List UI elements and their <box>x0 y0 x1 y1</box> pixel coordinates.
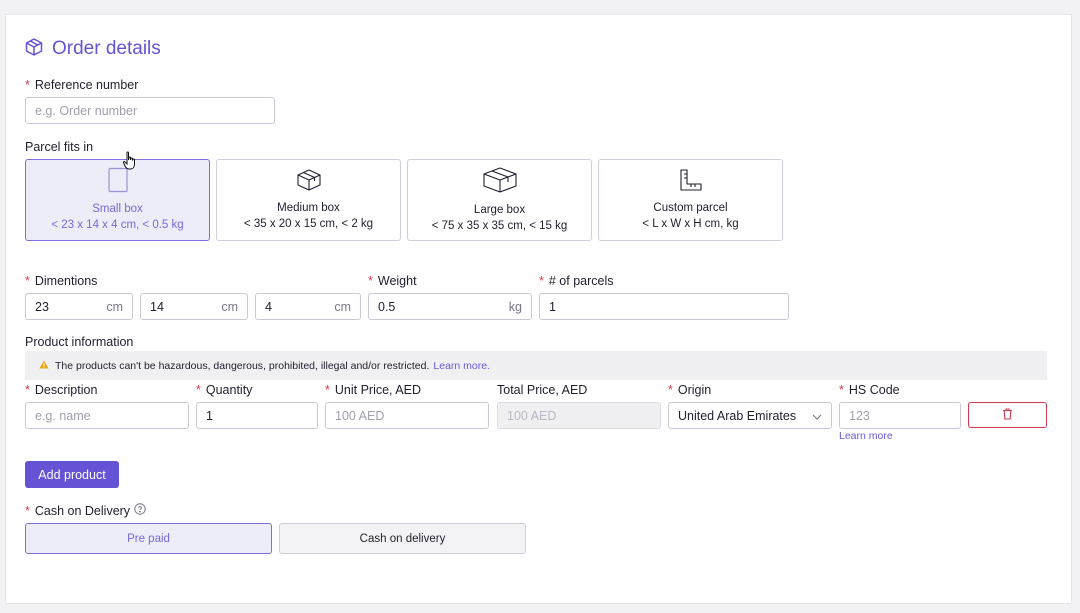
origin-label: * Origin <box>668 383 712 397</box>
weight-input[interactable]: 0.5 kg <box>368 293 532 320</box>
description-input[interactable]: e.g. name <box>25 402 189 429</box>
description-label: * Description <box>25 383 98 397</box>
parcel-option-custom-parcel[interactable]: Custom parcel < L x W x H cm, kg <box>598 159 783 241</box>
parcel-option-name: Large box <box>473 204 526 216</box>
large-box-icon <box>482 166 518 199</box>
unit-price-input[interactable]: 100 AED <box>325 402 489 429</box>
hand-cursor-icon <box>122 151 138 174</box>
parcel-fits-label: Parcel fits in <box>25 140 94 154</box>
medium-box-icon <box>296 168 322 197</box>
parcel-option-name: Medium box <box>277 202 340 214</box>
hs-code-label: * HS Code <box>839 383 900 397</box>
parcel-option-small-box[interactable]: Small box < 23 x 14 x 4 cm, < 0.5 kg <box>25 159 210 241</box>
add-product-button[interactable]: Add product <box>25 461 119 488</box>
ruler-icon <box>678 168 704 197</box>
total-price-label: Total Price, AED <box>497 383 588 397</box>
help-icon[interactable] <box>134 503 146 518</box>
width-input[interactable]: 14 cm <box>140 293 248 320</box>
hazard-warning-banner: The products can't be hazardous, dangero… <box>25 351 1047 380</box>
trash-icon <box>1002 407 1013 423</box>
parcel-option-name: Custom parcel <box>653 202 728 214</box>
parcel-option-dims: < L x W x H cm, kg <box>642 218 739 230</box>
height-input[interactable]: 4 cm <box>255 293 361 320</box>
cash-on-delivery-option[interactable]: Cash on delivery <box>279 523 526 554</box>
parcel-option-medium-box[interactable]: Medium box < 35 x 20 x 15 cm, < 2 kg <box>216 159 401 241</box>
quantity-label: * Quantity <box>196 383 253 397</box>
cod-label: * Cash on Delivery <box>25 503 146 518</box>
unit-price-label: * Unit Price, AED <box>325 383 422 397</box>
warning-text: The products can't be hazardous, dangero… <box>55 359 430 372</box>
warning-icon <box>39 360 49 372</box>
parcel-option-dims: < 35 x 20 x 15 cm, < 2 kg <box>243 218 374 230</box>
reference-number-input[interactable]: e.g. Order number <box>25 97 275 124</box>
page-title: Order details <box>52 37 161 59</box>
reference-number-label: * Reference number <box>25 78 139 92</box>
length-input[interactable]: 23 cm <box>25 293 133 320</box>
weight-label: * Weight <box>368 274 417 288</box>
quantity-input[interactable]: 1 <box>196 402 318 429</box>
prepaid-option[interactable]: Pre paid <box>25 523 272 554</box>
parcel-option-name: Small box <box>92 203 143 215</box>
chevron-down-icon <box>812 409 822 423</box>
hs-code-input[interactable]: 123 <box>839 402 961 429</box>
page-header: Order details <box>24 37 161 60</box>
parcels-count-label: * # of parcels <box>539 274 614 288</box>
product-info-label: Product information <box>25 335 134 349</box>
dimensions-label: * Dimentions <box>25 274 98 288</box>
total-price-input: 100 AED <box>497 402 661 429</box>
parcel-option-dims: < 23 x 14 x 4 cm, < 0.5 kg <box>51 219 184 231</box>
parcels-count-input[interactable]: 1 <box>539 293 789 320</box>
parcel-option-dims: < 75 x 35 x 35 cm, < 15 kg <box>431 220 568 232</box>
parcel-option-large-box[interactable]: Large box < 75 x 35 x 35 cm, < 15 kg <box>407 159 592 241</box>
delete-product-button[interactable] <box>968 402 1047 428</box>
origin-select[interactable]: United Arab Emirates <box>668 402 832 429</box>
warning-learn-more-link[interactable]: Learn more. <box>433 360 490 372</box>
box-icon <box>24 37 44 60</box>
hs-code-learn-more-link[interactable]: Learn more <box>839 430 893 442</box>
